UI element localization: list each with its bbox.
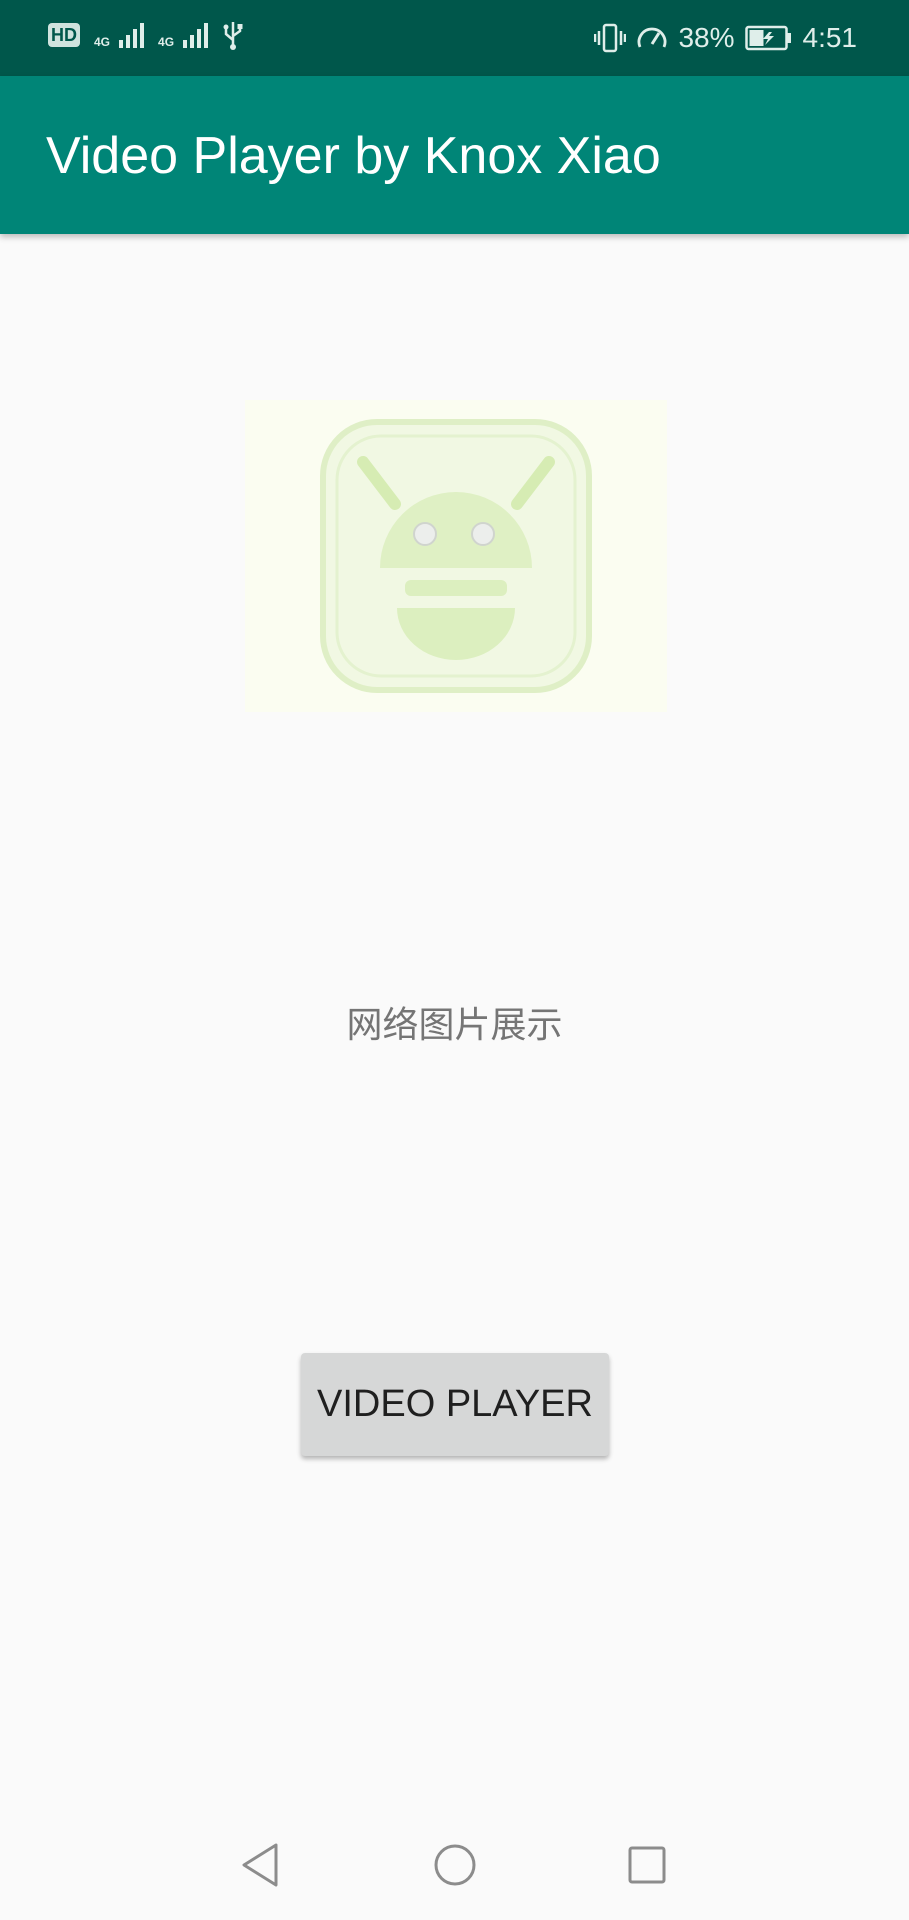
vibrate-icon <box>594 23 627 53</box>
video-player-button[interactable]: VIDEO PLAYER <box>301 1353 609 1456</box>
usb-icon <box>223 22 243 50</box>
app-title: Video Player by Knox Xiao <box>46 127 661 185</box>
status-left-icons: HD 4G 4G <box>48 20 244 50</box>
android-robot-icon <box>245 400 667 712</box>
home-button[interactable] <box>420 1830 490 1900</box>
image-caption: 网络图片展示 <box>346 1005 563 1046</box>
navigation-bar <box>0 1810 909 1920</box>
app-bar: Video Player by Knox Xiao <box>0 76 909 234</box>
signal-4g-icon: 4G <box>158 22 209 48</box>
status-right-icons: 38% 4:51 <box>594 20 857 56</box>
battery-percent: 38% <box>678 22 735 53</box>
recents-icon <box>628 1846 666 1884</box>
battery-charging-icon <box>744 25 791 51</box>
hd-icon: HD <box>48 23 80 47</box>
signal-4g-icon: 4G <box>94 22 145 48</box>
signal-bars-icon <box>119 23 145 48</box>
back-button[interactable] <box>225 1830 295 1900</box>
signal-bars-icon <box>183 23 209 48</box>
home-icon <box>434 1844 476 1886</box>
back-icon <box>242 1843 278 1887</box>
speedometer-icon <box>638 27 667 48</box>
clock: 4:51 <box>802 22 858 53</box>
network-image <box>245 400 667 712</box>
status-bar: HD 4G 4G 38% 4:51 <box>0 0 909 76</box>
recents-button[interactable] <box>612 1830 682 1900</box>
